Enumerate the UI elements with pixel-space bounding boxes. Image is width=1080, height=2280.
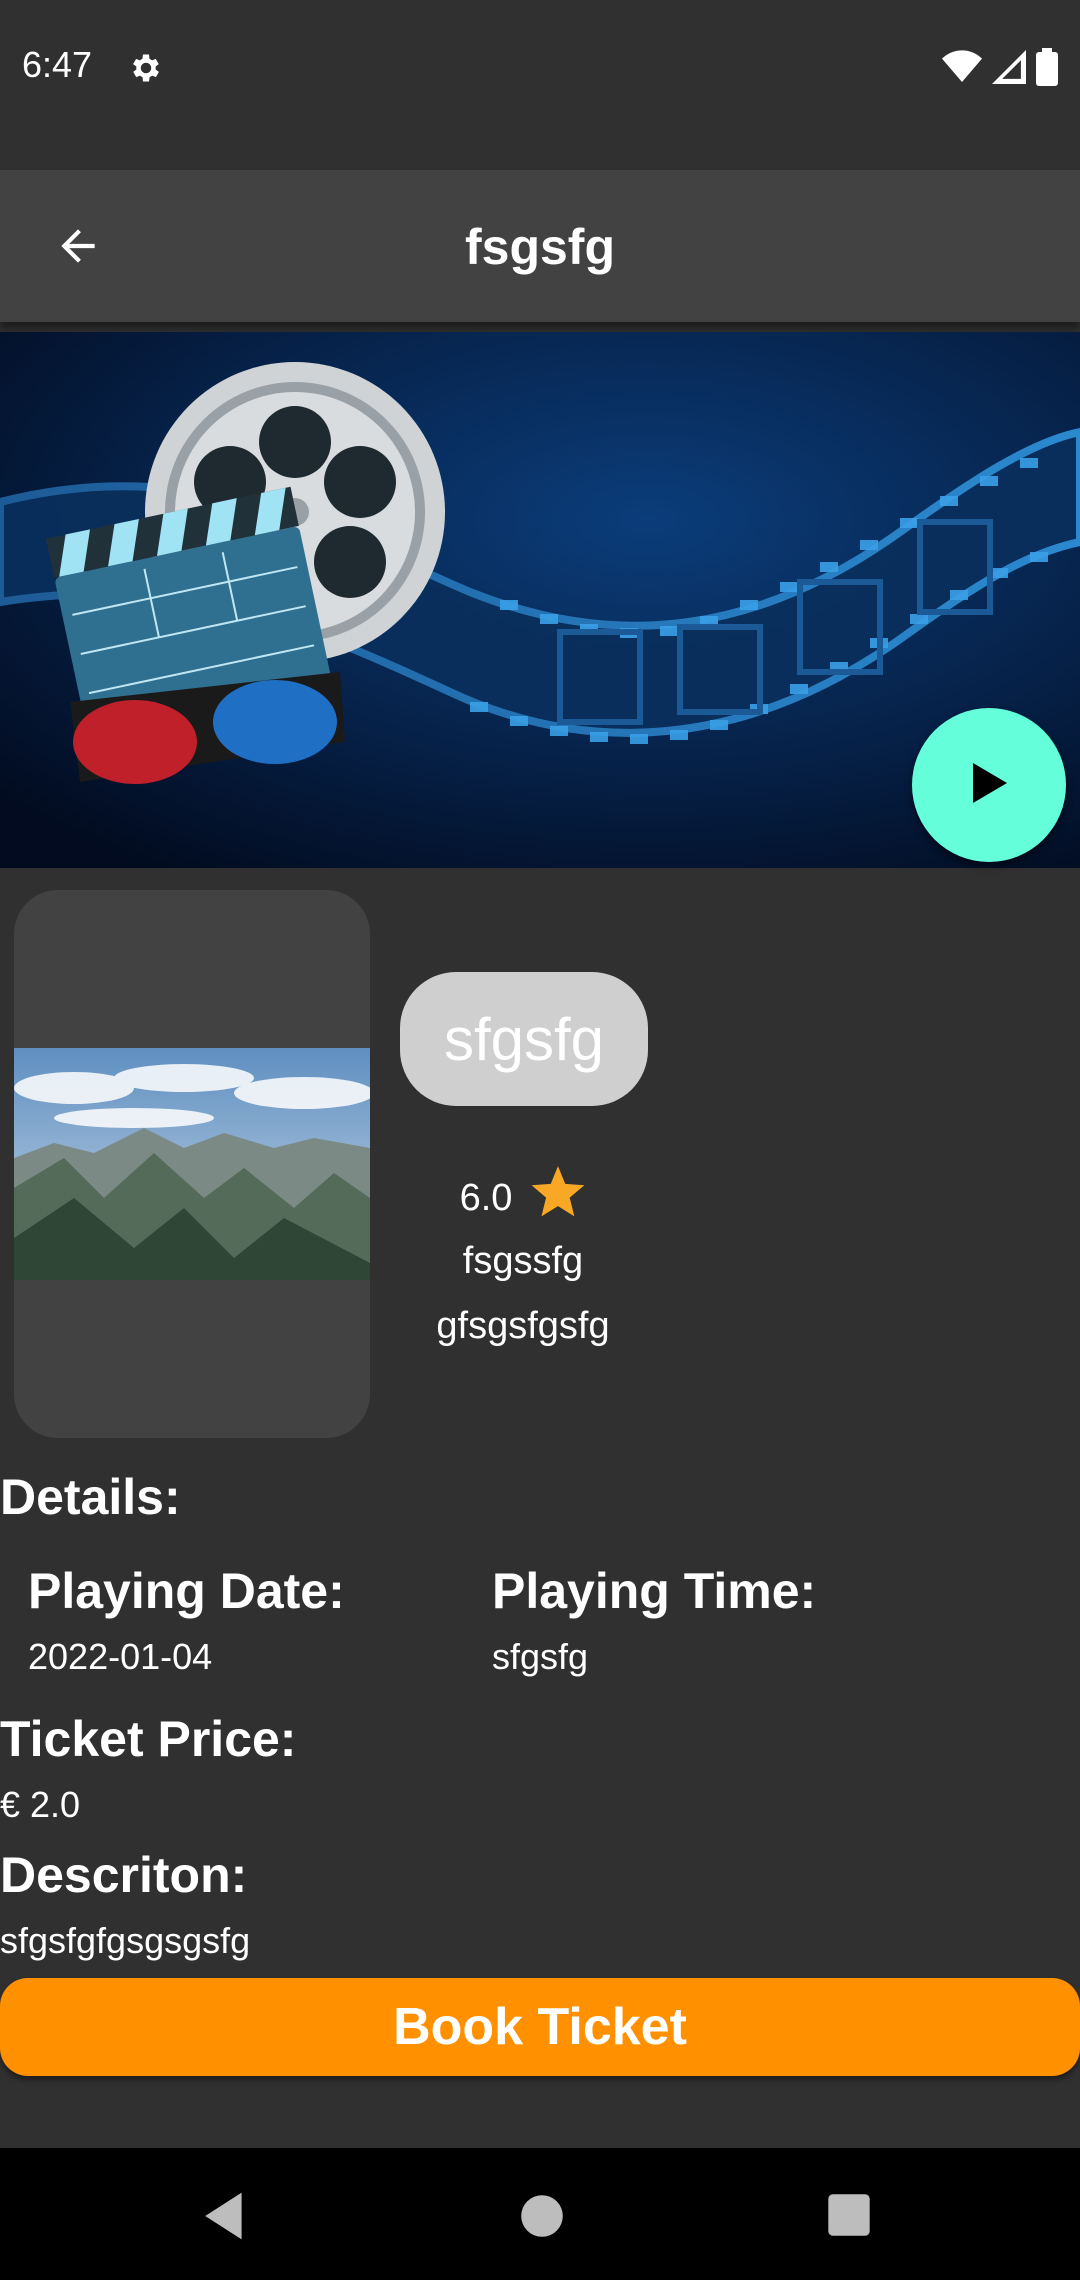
details-heading: Details: [0, 1469, 181, 1525]
sub-genre-text: gfsgsfgsfg [436, 1305, 610, 1347]
play-icon [969, 761, 1009, 810]
square-recents-icon [826, 2194, 872, 2242]
wifi-icon [942, 50, 982, 89]
rating-value: 6.0 [459, 1176, 513, 1219]
circle-home-icon [516, 2195, 568, 2246]
nav-back-button[interactable] [200, 2190, 252, 2242]
star-icon [530, 1166, 586, 1230]
playing-time-value: sfgsfg [492, 1636, 589, 1677]
battery-icon [1036, 48, 1058, 91]
status-time: 6:47 [22, 44, 93, 85]
playing-date-value: 2022-01-04 [28, 1636, 213, 1677]
nav-home-button[interactable] [516, 2190, 568, 2242]
triangle-back-icon [200, 2192, 252, 2246]
ticket-price-label: Ticket Price: [0, 1711, 297, 1767]
movie-title-chip: sfgsfg [400, 972, 648, 1106]
playing-date-label: Playing Date: [28, 1563, 345, 1619]
play-trailer-button[interactable] [912, 708, 1066, 862]
gear-icon [128, 50, 164, 86]
genre-text: fsgssfg [462, 1240, 584, 1282]
description-value: sfgsfgfgsgsgsfg [0, 1920, 251, 1961]
nav-recents-button[interactable] [826, 2192, 872, 2238]
poster-card [14, 890, 370, 1438]
page-title: fsgsfg [465, 219, 615, 275]
poster-image [14, 1048, 370, 1280]
signal-icon [992, 50, 1026, 89]
status-icons [942, 48, 1058, 91]
book-ticket-button[interactable]: Book Ticket [0, 1978, 1080, 2076]
description-label: Descriton: [0, 1847, 248, 1903]
rating-row: 6.0 [400, 1166, 646, 1230]
playing-time-label: Playing Time: [492, 1563, 817, 1619]
ticket-price-value: € 2.0 [0, 1784, 81, 1825]
